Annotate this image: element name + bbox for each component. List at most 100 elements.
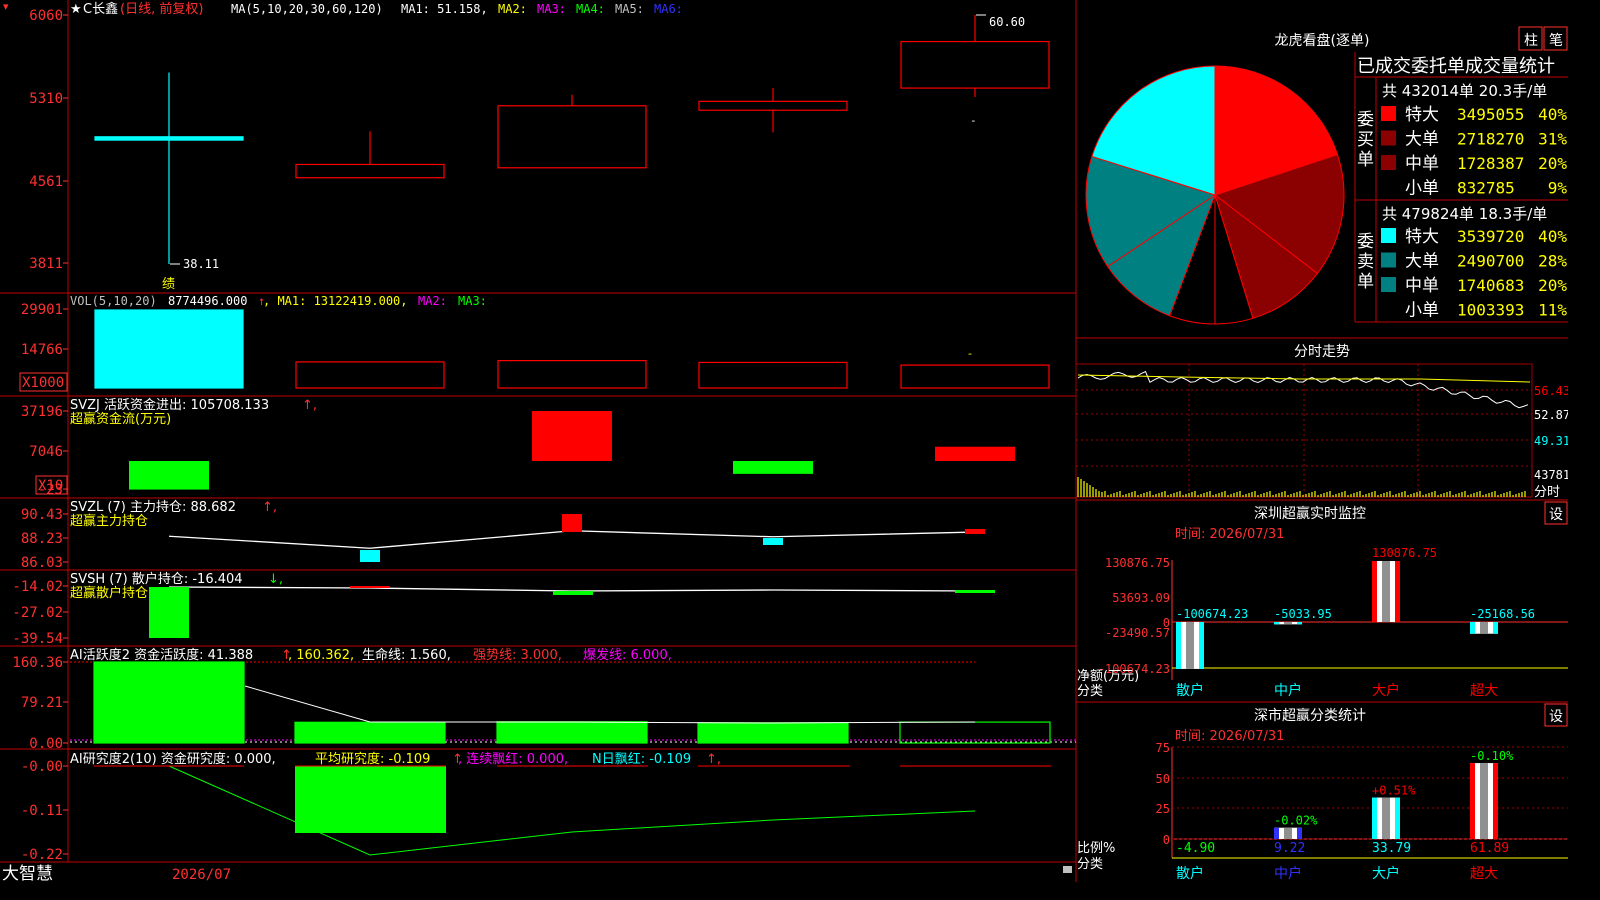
monitor-bar-core xyxy=(1284,622,1292,625)
date-label: 2026/07 xyxy=(172,867,231,882)
high-marker: 60.60 xyxy=(989,15,1025,29)
corner-marker: ▾ xyxy=(3,0,9,13)
ai1-bar xyxy=(93,661,245,744)
svzj-arrow: ↑, xyxy=(302,398,317,413)
classify-settings-button[interactable]: 设 xyxy=(1549,709,1563,725)
sell-color-swatch xyxy=(1381,252,1396,268)
sell-side-char: 单 xyxy=(1357,272,1374,292)
monitor-bar-edge xyxy=(1493,622,1498,634)
y-tick-label: 90.43 xyxy=(21,507,63,523)
monitor-y-tick: -23490.57 xyxy=(1105,626,1170,640)
classify-ylabel: 比例% xyxy=(1077,841,1115,856)
candle-body xyxy=(295,163,445,179)
ma2-value: MA2: xyxy=(498,2,527,16)
vol-ma2: MA2: xyxy=(418,294,447,308)
volume-bar xyxy=(698,361,848,389)
classify-bar-edge xyxy=(1470,763,1475,839)
monitor-bar-edge xyxy=(1470,622,1475,634)
y-tick-label: -0.22 xyxy=(21,847,63,863)
vol-dash-marker: - xyxy=(968,347,972,360)
y-tick-label: 0.00 xyxy=(29,736,63,752)
buy-color-swatch xyxy=(1381,130,1396,146)
candle-body xyxy=(900,40,1050,89)
monitor-y-tick: 53693.09 xyxy=(1112,591,1170,605)
y-tick-label: -14.02 xyxy=(12,579,63,595)
sell-row-value: 1740683 xyxy=(1457,276,1524,295)
classify-bar-edge xyxy=(1372,797,1377,839)
btn-zhu[interactable]: 柱 xyxy=(1524,33,1538,49)
volume-bar xyxy=(295,361,445,389)
sell-color-swatch xyxy=(1381,228,1396,243)
monitor-category: 超大 xyxy=(1470,683,1498,699)
classify-category: 散户 xyxy=(1176,865,1204,882)
classify-value: 61.89 xyxy=(1470,841,1509,856)
classify-y-tick: 0 xyxy=(1163,833,1170,847)
sell-row-name: 大单 xyxy=(1405,252,1439,272)
fenshi-vol-tick: 43781 xyxy=(1534,468,1568,482)
y-tick-label: 3811 xyxy=(29,256,63,272)
classify-category: 大户 xyxy=(1372,865,1400,882)
monitor-bar-edge xyxy=(1199,622,1204,669)
ai2-red2: N日飘红: -0.109 xyxy=(592,751,691,767)
buy-side-char: 买 xyxy=(1357,130,1374,150)
brand-logo[interactable]: 大智慧 xyxy=(2,864,53,882)
monitor-value-label: 130876.75 xyxy=(1372,546,1437,560)
sell-side-char: 委 xyxy=(1357,232,1374,252)
buy-row-pct: 40% xyxy=(1538,105,1567,124)
monitor-value-label: -25168.56 xyxy=(1470,607,1535,621)
monitor-bar-edge xyxy=(1274,622,1279,625)
svzl-change-bar xyxy=(360,550,380,562)
monitor-bar-core xyxy=(1480,622,1488,634)
y-tick-label: 4561 xyxy=(29,174,63,190)
buy-row-pct: 20% xyxy=(1538,154,1567,173)
y-tick-label: 14766 xyxy=(21,342,63,358)
ai2-line xyxy=(168,765,976,856)
btn-bi[interactable]: 笔 xyxy=(1549,33,1563,49)
ai1-life: 生命线: 1.560, xyxy=(362,647,451,663)
classify-bar-edge xyxy=(1274,827,1279,839)
buy-side-char: 单 xyxy=(1357,150,1374,170)
ai2-arrow2: ↑, xyxy=(706,752,721,767)
monitor-category: 中户 xyxy=(1274,682,1302,699)
sell-row-value: 3539720 xyxy=(1457,227,1524,246)
svzl-arrow: ↑, xyxy=(262,500,277,515)
svzj-unit: X10 xyxy=(38,478,63,494)
buy-row-name: 大单 xyxy=(1405,130,1439,150)
monitor-ylabel2: 分类 xyxy=(1077,684,1103,699)
buy-row-value: 2718270 xyxy=(1457,130,1524,149)
monitor-y-tick: 130876.75 xyxy=(1105,556,1170,570)
y-tick-label: 7046 xyxy=(29,444,63,460)
svzj-label: SVZJ 活跃资金进出: 105708.133 xyxy=(70,397,269,413)
svzj-bar xyxy=(129,461,209,490)
classify-y-tick: 25 xyxy=(1156,802,1170,816)
vol-value: 8774496.000 xyxy=(168,294,247,308)
y-tick-label: -0.00 xyxy=(21,759,63,775)
monitor-bar-core xyxy=(1186,622,1194,669)
chart-mode[interactable]: (日线, 前复权) xyxy=(120,1,203,17)
svsh-line xyxy=(168,586,976,592)
volume-bar xyxy=(94,309,244,389)
classify-category: 超大 xyxy=(1470,866,1498,882)
volume-bar xyxy=(497,360,647,389)
svsh-label: SVSH (7) 散户持仓: -16.404 xyxy=(70,571,243,587)
svzj-bar xyxy=(532,411,612,461)
ai1-value2: , 160.362, xyxy=(288,648,354,663)
y-tick-label: 37196 xyxy=(21,404,63,420)
lock-icon[interactable] xyxy=(1063,866,1072,873)
monitor-bar-edge xyxy=(1297,622,1302,625)
classify-bar-core xyxy=(1480,763,1488,839)
monitor-bar-edge xyxy=(1176,622,1181,669)
svsh-arrow: ↓, xyxy=(268,572,283,587)
ai1-burst: 爆发线: 6.000, xyxy=(583,647,672,663)
classify-title: 深市超赢分类统计 xyxy=(1254,707,1366,724)
sell-color-swatch xyxy=(1381,277,1396,292)
ma6-value: MA6: xyxy=(654,2,683,16)
monitor-settings-button[interactable]: 设 xyxy=(1549,507,1563,523)
fenshi-title: 分时走势 xyxy=(1294,344,1350,360)
buy-color-swatch xyxy=(1381,155,1396,170)
stock-name[interactable]: C长鑫 xyxy=(83,1,118,17)
y-tick-label: -0.11 xyxy=(21,803,63,819)
svzl-line xyxy=(168,530,976,549)
classify-ylabel2: 分类 xyxy=(1077,857,1103,872)
buy-total: 共 432014单 20.3手/单 xyxy=(1382,82,1547,100)
